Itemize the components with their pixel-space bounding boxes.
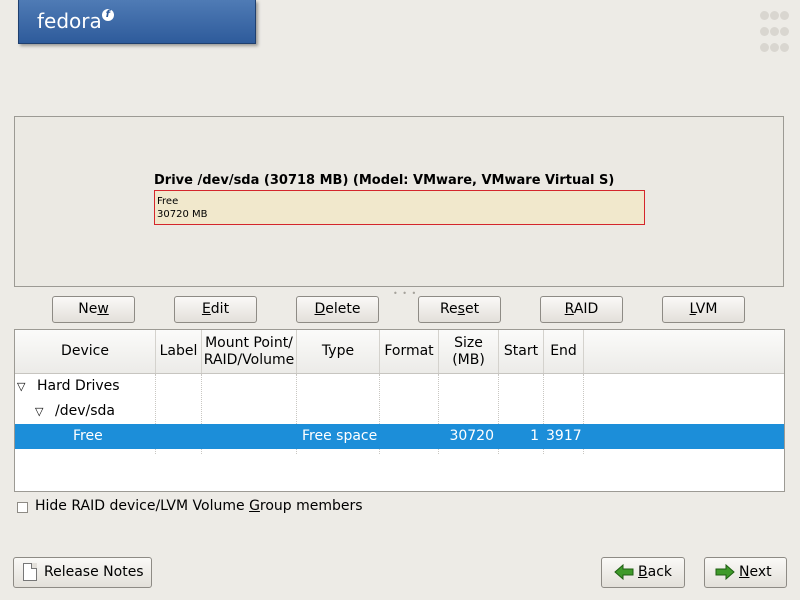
tree-row-free-selected[interactable]: Free Free space 30720 1 3917 xyxy=(15,424,784,449)
logo-text: fedora xyxy=(37,9,102,33)
expander-expanded-icon[interactable]: ▽ xyxy=(35,399,43,424)
end-cell: 3917 xyxy=(546,428,582,444)
column-header-label[interactable]: Label xyxy=(156,330,202,373)
column-header-format[interactable]: Format xyxy=(380,330,439,373)
table-header: Device Label Mount Point/ RAID/Volume Ty… xyxy=(15,330,784,374)
start-cell: 1 xyxy=(530,428,539,444)
fedora-infinity-icon: f xyxy=(101,9,114,21)
segment-name: Free xyxy=(157,196,179,207)
release-notes-button[interactable]: Release Notes xyxy=(13,557,152,588)
column-header-start[interactable]: Start xyxy=(499,330,544,373)
edit-button[interactable]: Edit xyxy=(174,296,257,323)
new-button[interactable]: New xyxy=(52,296,135,323)
window-grip-icon xyxy=(760,10,790,58)
back-arrow-icon xyxy=(614,564,634,580)
drive-title: Drive /dev/sda (30718 MB) (Model: VMware… xyxy=(154,173,615,188)
column-header-device[interactable]: Device xyxy=(15,330,156,373)
device-cell: Free xyxy=(73,428,103,444)
lvm-button[interactable]: LVM xyxy=(662,296,745,323)
column-header-mount-point[interactable]: Mount Point/ RAID/Volume xyxy=(202,330,297,373)
raid-button[interactable]: RAID xyxy=(540,296,623,323)
fedora-logo: fedora f xyxy=(18,0,256,44)
document-icon xyxy=(23,563,37,581)
device-cell: Hard Drives xyxy=(37,378,120,394)
segment-size: 30720 MB xyxy=(157,209,208,220)
expander-expanded-icon[interactable]: ▽ xyxy=(17,374,25,399)
device-cell: /dev/sda xyxy=(55,403,115,419)
column-header-type[interactable]: Type xyxy=(297,330,380,373)
pane-sash-handle[interactable]: • • • xyxy=(393,289,417,298)
drive-segment-free[interactable]: Free 30720 MB xyxy=(154,190,645,225)
size-cell: 30720 xyxy=(449,428,494,444)
column-header-size[interactable]: Size (MB) xyxy=(439,330,499,373)
tree-row-dev-sda[interactable]: ▽ /dev/sda xyxy=(15,399,784,424)
reset-button[interactable]: Reset xyxy=(418,296,501,323)
tree-row-hard-drives[interactable]: ▽ Hard Drives xyxy=(15,374,784,399)
next-button[interactable]: Next xyxy=(704,557,787,588)
hide-members-checkbox[interactable] xyxy=(17,502,28,513)
delete-button[interactable]: Delete xyxy=(296,296,379,323)
column-header-end[interactable]: End xyxy=(544,330,584,373)
back-button[interactable]: Back xyxy=(601,557,685,588)
partition-table[interactable]: Device Label Mount Point/ RAID/Volume Ty… xyxy=(14,329,785,492)
type-cell: Free space xyxy=(302,428,378,444)
hide-members-label[interactable]: Hide RAID device/LVM Volume Group member… xyxy=(35,498,363,514)
next-arrow-icon xyxy=(715,564,735,580)
